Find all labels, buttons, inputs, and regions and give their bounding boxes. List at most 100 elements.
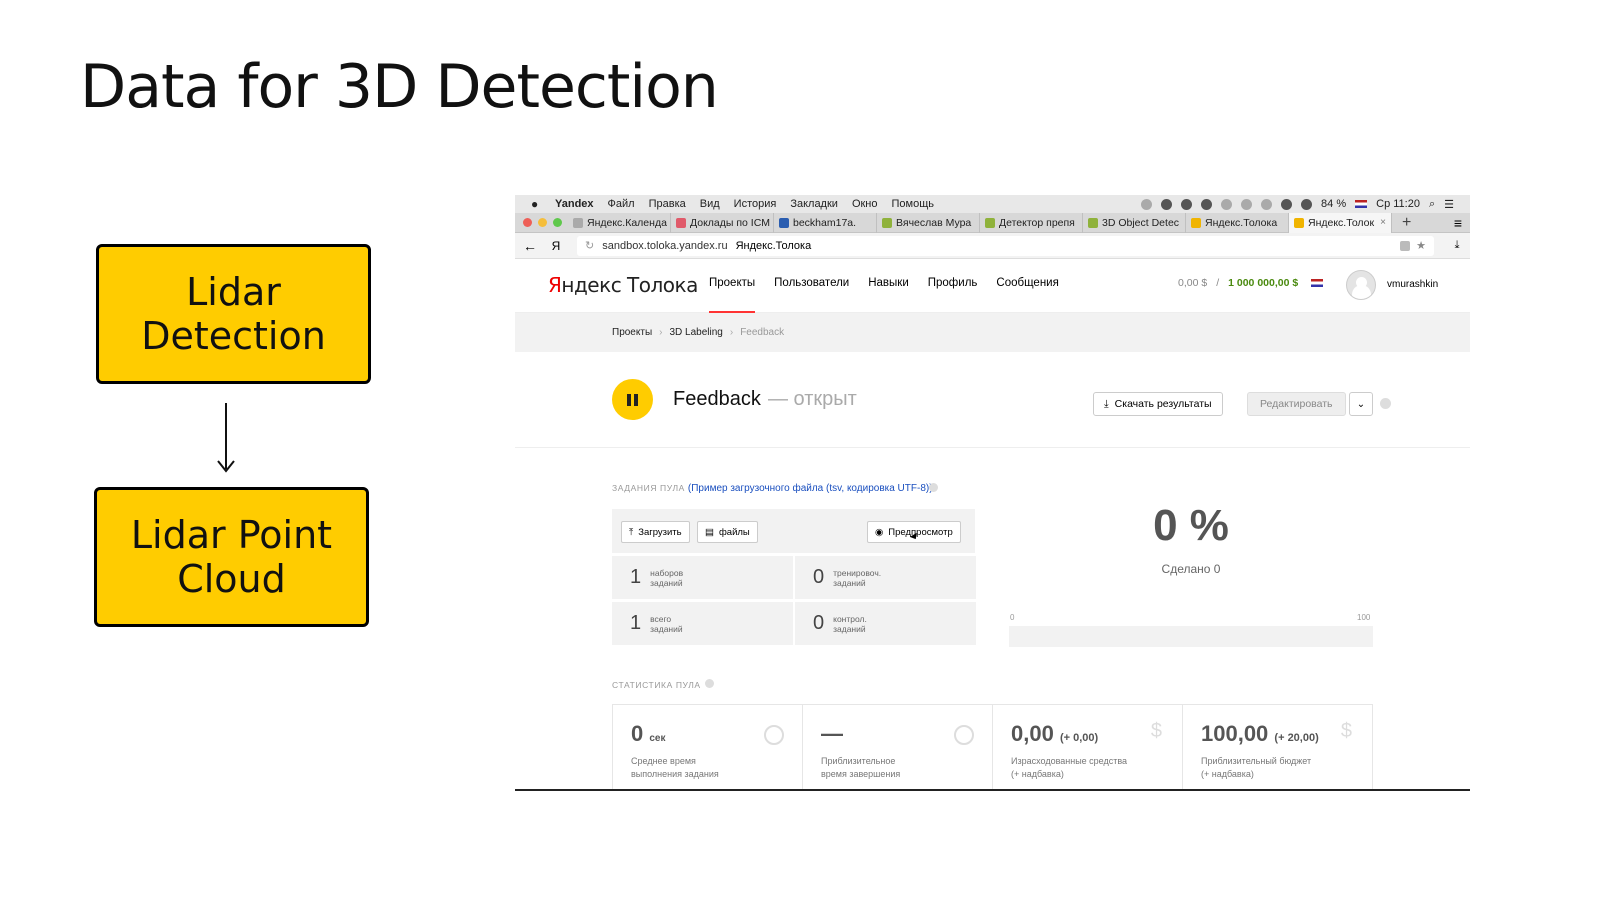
volume-icon[interactable] [1301,198,1313,210]
progress-max-label: 100 [1357,613,1371,622]
browser-tab[interactable]: Яндекс.Толока [1186,212,1289,233]
minimize-window-icon[interactable] [538,218,547,227]
tab-favicon-icon [779,217,789,228]
nav-messages[interactable]: Сообщения [996,277,1058,313]
lidar-point-cloud-label: Lidar Point Cloud [130,513,333,601]
files-label: файлы [718,526,750,538]
menu-bookmarks[interactable]: Закладки [790,198,838,210]
dollar-icon: $ [1340,720,1352,742]
clock-icon [954,725,974,745]
completed-count: Сделано 0 [1161,562,1221,576]
bluetooth-icon[interactable] [1261,198,1273,210]
browser-tab[interactable]: Детектор препя [980,212,1083,233]
nav-users[interactable]: Пользователи [774,277,849,313]
ru-flag-icon[interactable] [1311,279,1324,287]
menu-view[interactable]: Вид [700,198,720,210]
toloka-logo[interactable]: Яндекс Толока [548,273,698,297]
download-results-button[interactable]: ⤓ Скачать результаты [1093,392,1223,416]
budget-stat: 100,00 (+ 20,00) Приблизительный бюджет … [1183,705,1372,789]
menubar-clock[interactable]: Ср 11:20 [1376,198,1420,210]
nav-skills[interactable]: Навыки [868,277,909,313]
eta-stat: — Приблизительное время завершения [803,705,993,789]
apple-icon[interactable]: ● [531,197,543,211]
task-suites-label: наборов заданий [650,567,684,588]
pause-icon-bar [627,393,631,406]
upload-button[interactable]: ⤒ Загрузить [621,521,690,543]
menu-history[interactable]: История [734,198,777,210]
edit-dropdown-button[interactable]: ⌄ [1349,392,1373,416]
browser-tab[interactable]: Яндекс.Календа [568,212,671,233]
new-tab-button[interactable]: + [1392,214,1421,232]
yandex-logo-icon[interactable]: Я [545,239,567,253]
help-icon[interactable] [1380,398,1391,409]
breadcrumb-projects[interactable]: Проекты [612,327,652,338]
maximize-window-icon[interactable] [553,218,562,227]
pause-pool-button[interactable] [612,379,653,420]
lock-icon[interactable] [1400,240,1410,251]
wifi-icon[interactable] [1281,198,1293,210]
us-flag-icon[interactable] [1355,200,1368,208]
breadcrumb-chevron-icon: › [729,327,734,338]
files-button[interactable]: ▤ файлы [697,521,758,543]
spent-desc: Израсходованные средства (+ надбавка) [1011,756,1128,779]
avatar[interactable] [1346,270,1376,300]
training-tasks-label: тренировоч. заданий [833,567,882,588]
nav-profile[interactable]: Профиль [928,277,978,313]
spotlight-search-icon[interactable]: ⌕ [1429,198,1435,211]
reload-icon[interactable]: ↻ [585,239,594,252]
pool-title: Feedback [673,388,761,410]
username[interactable]: vmurashkin [1387,279,1438,290]
main-nav: Проекты Пользователи Навыки Профиль Сооб… [709,277,1059,313]
airplay-icon[interactable] [1221,198,1233,210]
browser-tab[interactable]: Вячеслав Мура [877,212,980,233]
menu-file[interactable]: Файл [608,198,635,210]
spent-stat: 0,00 (+ 0,00) Израсходованные средства (… [993,705,1183,789]
menu-window[interactable]: Окно [852,198,878,210]
mac-menubar: ● Yandex Файл Правка Вид История Закладк… [515,195,1470,213]
edit-button[interactable]: Редактировать [1247,392,1346,416]
sample-file-link[interactable]: (Пример загрузочного файла (tsv, кодиров… [688,483,933,494]
breadcrumb-3d-labeling[interactable]: 3D Labeling [669,327,722,338]
close-window-icon[interactable] [523,218,532,227]
bookmark-star-icon[interactable]: ★ [1416,239,1426,252]
menubar-app-name[interactable]: Yandex [555,198,594,210]
browser-tab[interactable]: Доклады по ICM [671,212,774,233]
browser-tab[interactable]: Яндекс.Толок × [1289,212,1392,233]
browser-tab[interactable]: 3D Object Detec [1083,212,1186,233]
stats-help-icon[interactable] [705,679,714,688]
avg-time-stat: 0 сек Среднее время выполнения задания [613,705,803,789]
record-icon[interactable] [1141,198,1153,210]
breadcrumb: Проекты › 3D Labeling › Feedback [515,313,1470,352]
tab-label: beckham17a. [793,216,857,229]
task-suites-count: 1 [630,566,642,588]
tab-favicon-icon [676,217,686,228]
back-arrow-icon[interactable]: ← [515,238,545,254]
telegram-icon[interactable] [1161,198,1173,210]
url-page-title: Яндекс.Толока [735,239,812,252]
tasks-help-icon[interactable] [929,483,938,492]
tab-favicon-icon [1191,217,1201,228]
downloads-icon[interactable]: ⤓ [1444,239,1470,252]
avg-time-value: 0 [631,721,644,746]
tab-label: Вячеслав Мура [896,216,972,229]
tab-label: 3D Object Detec [1102,216,1180,229]
menu-edit[interactable]: Правка [649,198,686,210]
tab-favicon-icon [573,217,583,228]
lidar-point-cloud-box: Lidar Point Cloud [94,487,369,627]
training-tasks-cell: 0 тренировоч. заданий [795,556,976,599]
budget-value: 100,00 [1201,721,1269,746]
nav-projects[interactable]: Проекты [709,277,756,313]
battery-percent[interactable]: 84 % [1321,198,1346,210]
tab-favicon-icon [882,217,892,228]
progress-bar [1009,626,1373,647]
url-field[interactable]: ↻ sandbox.toloka.yandex.ru Яндекс.Толока… [577,235,1434,256]
menu-help[interactable]: Помощь [892,198,935,210]
browser-tab[interactable]: beckham17a. [774,212,877,233]
docker-icon[interactable] [1181,198,1193,210]
tab-label: Доклады по ICM [690,216,771,229]
settings-icon[interactable] [1201,198,1213,210]
browser-menu-icon[interactable]: ≡ [1454,215,1470,231]
time-machine-icon[interactable] [1241,198,1253,210]
notification-list-icon[interactable]: ☰ [1444,198,1454,211]
close-tab-icon[interactable]: × [1380,217,1386,228]
